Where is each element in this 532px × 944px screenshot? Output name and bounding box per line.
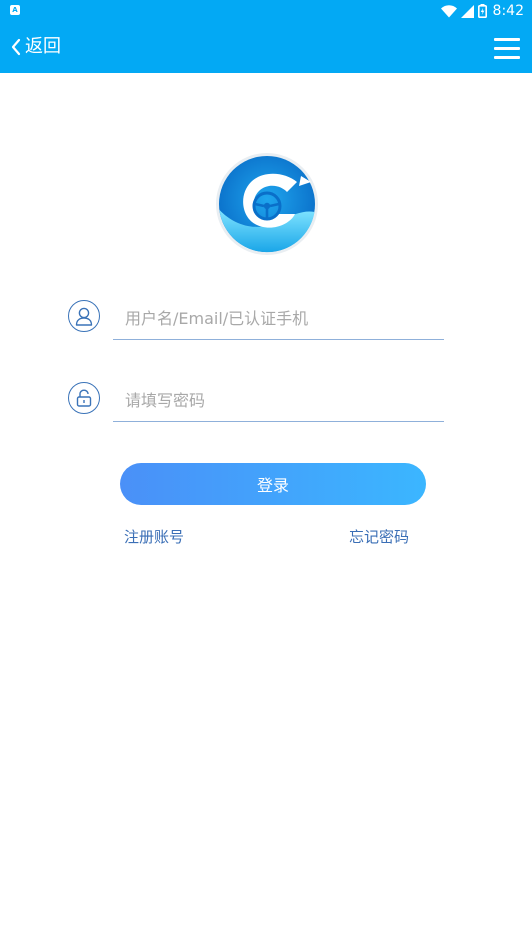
status-bar: A 8:42 — [0, 0, 532, 22]
chevron-left-icon — [11, 38, 21, 56]
register-link[interactable]: 注册账号 — [124, 526, 184, 548]
password-row — [66, 380, 446, 424]
app-logo — [215, 152, 319, 256]
status-time: 8:42 — [492, 3, 524, 19]
back-button[interactable]: 返回 — [10, 32, 61, 62]
back-label: 返回 — [25, 36, 61, 57]
password-underline — [113, 421, 444, 422]
notification-app-icon: A — [10, 5, 20, 15]
wifi-icon — [440, 4, 457, 17]
login-button[interactable]: 登录 — [120, 463, 426, 505]
forgot-password-link[interactable]: 忘记密码 — [349, 526, 409, 548]
password-input[interactable] — [113, 380, 444, 420]
username-input[interactable] — [113, 298, 444, 338]
status-icons: 8:42 — [440, 2, 524, 20]
app-header: A 8:42 返回 — [0, 0, 532, 73]
username-underline — [113, 339, 444, 340]
lock-icon — [68, 382, 100, 414]
battery-icon — [477, 4, 487, 18]
username-row — [66, 298, 446, 342]
user-icon — [68, 300, 100, 332]
hamburger-menu-icon[interactable] — [494, 38, 520, 60]
steering-wheel-logo-icon — [216, 153, 318, 255]
signal-icon — [460, 4, 474, 18]
